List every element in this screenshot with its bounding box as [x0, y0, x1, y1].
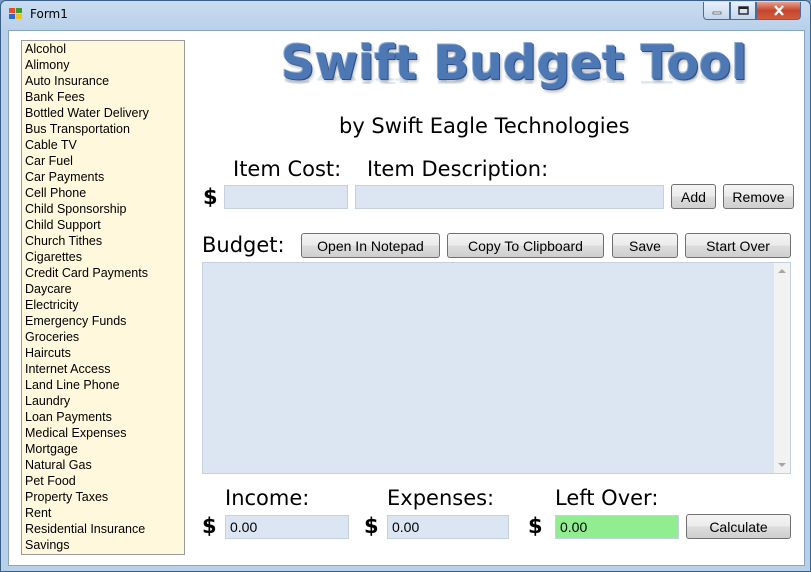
category-list-item[interactable]: Land Line Phone — [22, 377, 184, 393]
category-list-item[interactable]: Pet Food — [22, 473, 184, 489]
left-over-field[interactable] — [555, 515, 679, 539]
category-list-item[interactable]: Savings — [22, 537, 184, 553]
app-logo: Swift Budget Tool — [281, 36, 748, 91]
left-over-label: Left Over: — [555, 486, 659, 510]
app-icon — [9, 8, 22, 20]
item-description-label: Item Description: — [367, 157, 549, 181]
category-list-item[interactable]: Bank Fees — [22, 89, 184, 105]
category-list-item[interactable]: Bottled Water Delivery — [22, 105, 184, 121]
item-cost-label: Item Cost: — [233, 157, 342, 181]
category-list-item[interactable]: Medical Expenses — [22, 425, 184, 441]
category-list-item[interactable]: Mortgage — [22, 441, 184, 457]
title-bar[interactable]: Form1 — [1, 1, 810, 28]
income-label: Income: — [225, 486, 310, 510]
budget-scrollbar[interactable] — [773, 263, 790, 473]
category-list-item[interactable]: Car Fuel — [22, 153, 184, 169]
category-list-item[interactable]: Electricity — [22, 297, 184, 313]
category-list-item[interactable]: Laundry — [22, 393, 184, 409]
category-list-item[interactable]: Bus Transportation — [22, 121, 184, 137]
category-list-item[interactable]: Daycare — [22, 281, 184, 297]
save-button[interactable]: Save — [612, 233, 678, 258]
category-list-item[interactable]: Cigarettes — [22, 249, 184, 265]
category-list-item[interactable]: Rent — [22, 505, 184, 521]
app-subtitle: by Swift Eagle Technologies — [339, 114, 630, 138]
minimize-icon — [712, 11, 721, 14]
item-description-input[interactable] — [355, 185, 664, 209]
category-list-item[interactable]: Child Support — [22, 217, 184, 233]
item-cost-currency: $ — [203, 185, 218, 209]
category-list-item[interactable]: Cell Phone — [22, 185, 184, 201]
item-cost-input[interactable] — [224, 185, 348, 209]
category-list-item[interactable]: Natural Gas — [22, 457, 184, 473]
close-icon — [773, 5, 784, 16]
scroll-down-icon[interactable] — [778, 463, 786, 467]
add-button[interactable]: Add — [671, 184, 716, 209]
maximize-button[interactable] — [730, 2, 756, 20]
category-list-item[interactable]: Loan Payments — [22, 409, 184, 425]
category-list-item[interactable]: Church Tithes — [22, 233, 184, 249]
category-list-item[interactable]: Haircuts — [22, 345, 184, 361]
income-input[interactable] — [225, 515, 349, 539]
category-list-item[interactable]: Alcohol — [22, 41, 184, 57]
remove-button[interactable]: Remove — [723, 184, 794, 209]
category-list-item[interactable]: Alimony — [22, 57, 184, 73]
left-over-currency: $ — [528, 514, 543, 538]
maximize-icon — [737, 6, 749, 15]
expenses-label: Expenses: — [387, 486, 495, 510]
minimize-button[interactable] — [703, 2, 730, 20]
open-in-notepad-button[interactable]: Open In Notepad — [301, 233, 440, 258]
category-list-item[interactable]: Groceries — [22, 329, 184, 345]
category-list-item[interactable]: Residential Insurance — [22, 521, 184, 537]
category-list-item[interactable]: Credit Card Payments — [22, 265, 184, 281]
app-window: Form1 Alcohol Alimony Auto Insurance Bank F… — [0, 0, 811, 572]
income-currency: $ — [202, 514, 217, 538]
scroll-up-icon[interactable] — [778, 269, 786, 273]
category-list-item[interactable]: Emergency Funds — [22, 313, 184, 329]
category-list-item[interactable]: Car Payments — [22, 169, 184, 185]
category-list-item[interactable]: Child Sponsorship — [22, 201, 184, 217]
start-over-button[interactable]: Start Over — [685, 233, 791, 258]
category-list-item[interactable]: Property Taxes — [22, 489, 184, 505]
form-client-area: Alcohol Alimony Auto Insurance Bank Fees Bot… — [8, 30, 805, 566]
budget-textarea[interactable] — [202, 262, 791, 474]
expenses-currency: $ — [364, 514, 379, 538]
category-list[interactable]: Alcohol Alimony Auto Insurance Bank Fees Bot… — [21, 40, 185, 555]
category-list-item[interactable]: Cable TV — [22, 137, 184, 153]
close-button[interactable] — [756, 2, 801, 20]
copy-to-clipboard-button[interactable]: Copy To Clipboard — [447, 233, 604, 258]
category-list-item[interactable]: Internet Access — [22, 361, 184, 377]
budget-label: Budget: — [202, 233, 285, 257]
calculate-button[interactable]: Calculate — [686, 514, 791, 539]
window-title: Form1 — [30, 7, 68, 21]
expenses-field[interactable] — [387, 515, 509, 539]
category-list-item[interactable]: Auto Insurance — [22, 73, 184, 89]
